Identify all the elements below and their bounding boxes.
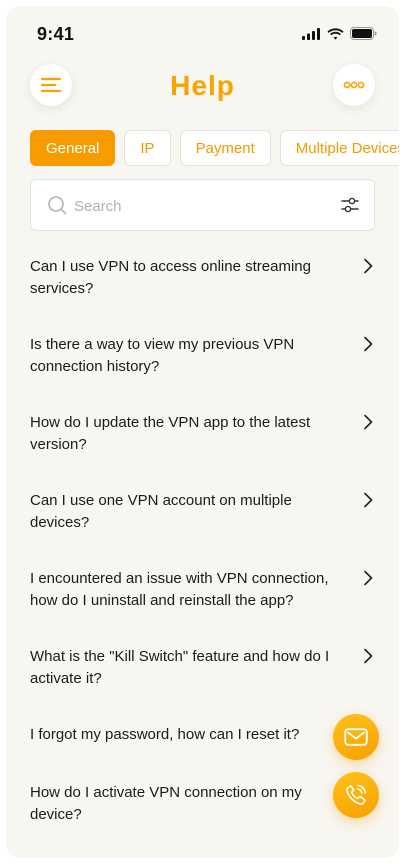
- chevron-right-icon: [364, 336, 373, 352]
- faq-question: I forgot my password, how can I reset it…: [30, 726, 300, 743]
- faq-item[interactable]: How do I update the VPN app to the lates…: [30, 400, 375, 478]
- faq-list: Can I use VPN to access online streaming…: [30, 244, 375, 848]
- chevron-right-icon: [364, 492, 373, 508]
- tab-general[interactable]: General: [30, 130, 116, 166]
- search-icon: [48, 196, 67, 215]
- faq-question: I encountered an issue with VPN connecti…: [30, 570, 329, 609]
- header: Help: [6, 64, 399, 120]
- tab-multiple-devices[interactable]: Multiple Devices: [279, 130, 399, 166]
- faq-question: How do I activate VPN connection on my d…: [30, 784, 302, 823]
- faq-question: What is the "Kill Switch" feature and ho…: [30, 648, 330, 687]
- call-support-button[interactable]: [333, 772, 379, 818]
- more-icon: [343, 81, 365, 89]
- faq-question: Can I use VPN to access online streaming…: [30, 258, 311, 297]
- chevron-right-icon: [364, 570, 373, 586]
- wifi-icon: [327, 27, 344, 40]
- faq-item[interactable]: Is there a way to view my previous VPN c…: [30, 322, 375, 400]
- more-options-button[interactable]: [333, 64, 375, 106]
- faq-question: Is there a way to view my previous VPN c…: [30, 336, 295, 375]
- tab-ip[interactable]: IP: [124, 130, 171, 166]
- chevron-right-icon: [364, 414, 373, 430]
- faq-item[interactable]: Can I use VPN to access online streaming…: [30, 244, 375, 322]
- faq-item[interactable]: Can I use one VPN account on multiple de…: [30, 478, 375, 556]
- faq-item[interactable]: I encountered an issue with VPN connecti…: [30, 556, 375, 634]
- status-bar: 9:41: [6, 6, 399, 62]
- signal-icon: [302, 27, 320, 40]
- status-time: 9:41: [37, 24, 75, 44]
- filter-icon[interactable]: [340, 195, 360, 215]
- search-bar: [30, 179, 375, 231]
- search-input[interactable]: [74, 192, 314, 220]
- app-screen: 9:41 Help General IP Payment Multiple De…: [6, 6, 399, 858]
- faq-item[interactable]: I forgot my password, how can I reset it…: [30, 712, 375, 770]
- battery-icon: [350, 27, 377, 40]
- faq-item[interactable]: What is the "Kill Switch" feature and ho…: [30, 634, 375, 712]
- chevron-right-icon: [364, 648, 373, 664]
- chevron-right-icon: [364, 258, 373, 274]
- faq-question: Can I use one VPN account on multiple de…: [30, 492, 292, 531]
- phone-icon: [345, 784, 367, 806]
- mail-icon: [344, 728, 368, 746]
- tab-payment[interactable]: Payment: [179, 130, 271, 166]
- email-support-button[interactable]: [333, 714, 379, 760]
- status-icons: [302, 27, 377, 40]
- category-tabs: General IP Payment Multiple Devices: [30, 130, 399, 166]
- faq-item[interactable]: How do I activate VPN connection on my d…: [30, 770, 375, 848]
- faq-question: How do I update the VPN app to the lates…: [30, 414, 311, 453]
